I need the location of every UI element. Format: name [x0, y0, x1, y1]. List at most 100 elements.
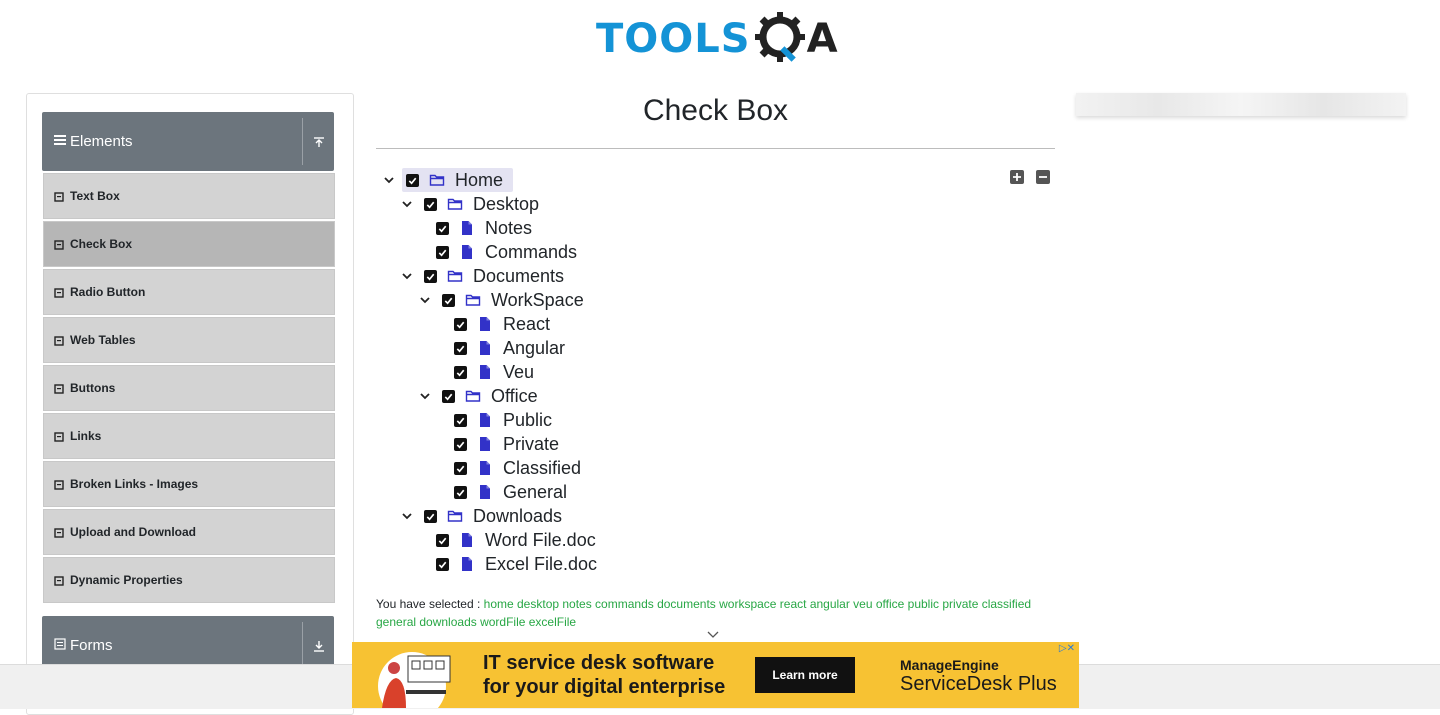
sidebar-item-label: Links: [70, 429, 102, 443]
ad-banner[interactable]: IT service desk software for your digita…: [352, 642, 1079, 708]
checkbox-checked-icon[interactable]: [436, 221, 449, 235]
checkbox-checked-icon[interactable]: [454, 365, 467, 379]
sidebar-item-upload-download[interactable]: Upload and Download: [43, 509, 335, 555]
ad-headline-line2: for your digital enterprise: [483, 676, 726, 698]
tree-label[interactable]: Office: [491, 386, 538, 407]
tree-label[interactable]: WorkSpace: [491, 290, 584, 311]
chevron-down-icon[interactable]: [400, 197, 414, 211]
tree-label[interactable]: Word File.doc: [485, 530, 596, 551]
file-icon: [459, 244, 475, 260]
file-icon: [459, 532, 475, 548]
tree-node-documents: Documents: [400, 264, 564, 288]
tree-label[interactable]: General: [503, 482, 567, 503]
result-label: You have selected :: [376, 597, 481, 611]
ad-headline: IT service desk software for your digita…: [483, 651, 725, 699]
expand-down-icon[interactable]: [302, 622, 334, 669]
sidebar-item-links[interactable]: Links: [43, 413, 335, 459]
list-item-icon: [54, 479, 64, 490]
chevron-down-icon[interactable]: [400, 269, 414, 283]
gear-logo-icon: [753, 10, 807, 69]
tree-label[interactable]: Excel File.doc: [485, 554, 597, 575]
checkbox-checked-icon[interactable]: [454, 461, 467, 475]
file-icon: [459, 556, 475, 572]
tree-node-office: Office: [418, 384, 538, 408]
tree-label[interactable]: Notes: [485, 218, 532, 239]
sidebar-item-label: Check Box: [70, 237, 133, 251]
sidebar-item-label: Web Tables: [70, 333, 136, 347]
tree-label[interactable]: React: [503, 314, 550, 335]
checkbox-checked-icon[interactable]: [442, 293, 455, 307]
ad-close-icon[interactable]: ▷✕: [1059, 643, 1075, 654]
list-item-icon: [54, 527, 64, 538]
folder-icon: [447, 268, 463, 284]
sidebar-item-radio-button[interactable]: Radio Button: [43, 269, 335, 315]
checkbox-checked-icon[interactable]: [406, 173, 419, 187]
folder-icon: [465, 388, 481, 404]
tree-label[interactable]: Public: [503, 410, 552, 431]
checkbox-checked-icon[interactable]: [454, 437, 467, 451]
tree-node-desktop: Desktop: [400, 192, 539, 216]
list-item-icon: [54, 383, 64, 394]
group-title-forms: Forms: [70, 637, 113, 654]
group-header-elements[interactable]: Elements: [42, 112, 334, 171]
file-icon: [477, 460, 493, 476]
folder-icon: [447, 508, 463, 524]
selection-result: You have selected : home desktop notes c…: [376, 595, 1066, 631]
collapse-all-button[interactable]: [1036, 170, 1050, 184]
checkbox-checked-icon[interactable]: [454, 485, 467, 499]
sidebar-item-buttons[interactable]: Buttons: [43, 365, 335, 411]
sidebar-item-text-box[interactable]: Text Box: [43, 173, 335, 219]
file-icon: [477, 436, 493, 452]
tree-label[interactable]: Desktop: [473, 194, 539, 215]
tree-label[interactable]: Home: [455, 170, 503, 191]
checkbox-checked-icon[interactable]: [424, 269, 437, 283]
checkbox-checked-icon[interactable]: [454, 413, 467, 427]
checkbox-checked-icon[interactable]: [454, 317, 467, 331]
tree-label[interactable]: Documents: [473, 266, 564, 287]
tree-label[interactable]: Classified: [503, 458, 581, 479]
checkbox-checked-icon[interactable]: [454, 341, 467, 355]
expand-all-button[interactable]: [1010, 170, 1024, 184]
sidebar-item-label: Radio Button: [70, 285, 146, 299]
chevron-down-icon[interactable]: [400, 509, 414, 523]
ad-learn-more-button[interactable]: Learn more: [755, 657, 855, 693]
tree-label[interactable]: Commands: [485, 242, 577, 263]
ad-headline-line1: IT service desk software: [483, 652, 715, 674]
tree-label[interactable]: Angular: [503, 338, 565, 359]
collapse-up-icon[interactable]: [302, 118, 334, 165]
checkbox-checked-icon[interactable]: [442, 389, 455, 403]
sidebar-item-broken-links[interactable]: Broken Links - Images: [43, 461, 335, 507]
sidebar-item-label: Text Box: [70, 189, 120, 203]
tree-node-workspace: WorkSpace: [418, 288, 584, 312]
folder-icon: [465, 292, 481, 308]
tree-node-general: General: [454, 480, 567, 504]
tree-node-veu: Veu: [454, 360, 534, 384]
checkbox-checked-icon[interactable]: [424, 197, 437, 211]
tree-node-notes: Notes: [436, 216, 532, 240]
tree-node-commands: Commands: [436, 240, 577, 264]
page-title: Check Box: [642, 94, 789, 127]
tree-node-angular: Angular: [454, 336, 565, 360]
tree-node-private: Private: [454, 432, 559, 456]
title-divider: [376, 148, 1055, 149]
tree-node-downloads: Downloads: [400, 504, 562, 528]
list-item-icon: [54, 239, 64, 250]
list-item-icon: [54, 431, 64, 442]
site-logo[interactable]: TOOLS A: [596, 10, 838, 68]
chevron-down-icon[interactable]: [418, 293, 432, 307]
tree-label[interactable]: Private: [503, 434, 559, 455]
sidebar-item-check-box[interactable]: Check Box: [43, 221, 335, 267]
checkbox-checked-icon[interactable]: [436, 245, 449, 259]
sidebar-item-dynamic-properties[interactable]: Dynamic Properties: [43, 557, 335, 603]
tree-label[interactable]: Downloads: [473, 506, 562, 527]
checkbox-checked-icon[interactable]: [424, 509, 437, 523]
sidebar-item-label: Buttons: [70, 381, 116, 395]
tree-label[interactable]: Veu: [503, 362, 534, 383]
checkbox-checked-icon[interactable]: [436, 557, 449, 571]
sidebar-item-web-tables[interactable]: Web Tables: [43, 317, 335, 363]
chevron-down-icon[interactable]: [418, 389, 432, 403]
chevron-down-icon[interactable]: [382, 173, 396, 187]
list-item-icon: [54, 575, 64, 586]
folder-icon: [447, 196, 463, 212]
checkbox-checked-icon[interactable]: [436, 533, 449, 547]
